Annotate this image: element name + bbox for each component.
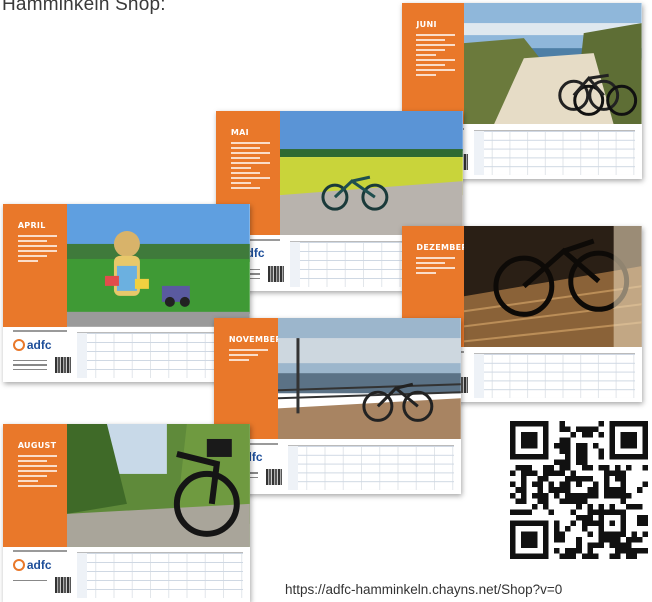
shop-qr-code[interactable]	[510, 420, 648, 560]
calendar-photo-strawman	[67, 204, 250, 327]
mini-qr-icon	[265, 469, 282, 486]
qr-code-icon	[510, 421, 648, 559]
mini-qr-icon	[54, 577, 71, 594]
month-title: DEZEMBER	[416, 242, 468, 252]
month-panel: NOVEMBER	[214, 318, 282, 440]
mini-qr-icon	[267, 265, 284, 282]
calendar-photo-shadow	[464, 226, 642, 348]
adfc-logo: adfc	[12, 338, 52, 351]
month-title: APRIL	[17, 221, 46, 231]
month-panel: JUNI	[402, 3, 465, 125]
mini-qr-icon	[54, 357, 71, 374]
calendar-photo-promenade	[278, 318, 461, 440]
month-title: MAI	[230, 128, 249, 138]
month-panel: APRIL	[3, 204, 68, 327]
adfc-logo: adfc	[12, 558, 52, 571]
month-title: AUGUST	[17, 441, 57, 451]
calendar-photo-field	[280, 111, 463, 236]
calendar-card-november: NOVEMBER adfc	[214, 318, 461, 494]
shop-url[interactable]: https://adfc-hamminkeln.chayns.net/Shop?…	[285, 582, 562, 597]
calendar-card-august: AUGUST adfc	[3, 424, 250, 602]
calendar-card-april: APRIL adfc	[3, 204, 250, 382]
calendar-photo-beach	[464, 3, 642, 125]
shop-heading: Hamminkeln Shop:	[2, 0, 166, 15]
month-panel: AUGUST	[3, 424, 68, 547]
month-title: NOVEMBER	[228, 335, 282, 345]
calendar-photo-forest	[67, 424, 250, 547]
month-title: JUNI	[416, 19, 437, 29]
